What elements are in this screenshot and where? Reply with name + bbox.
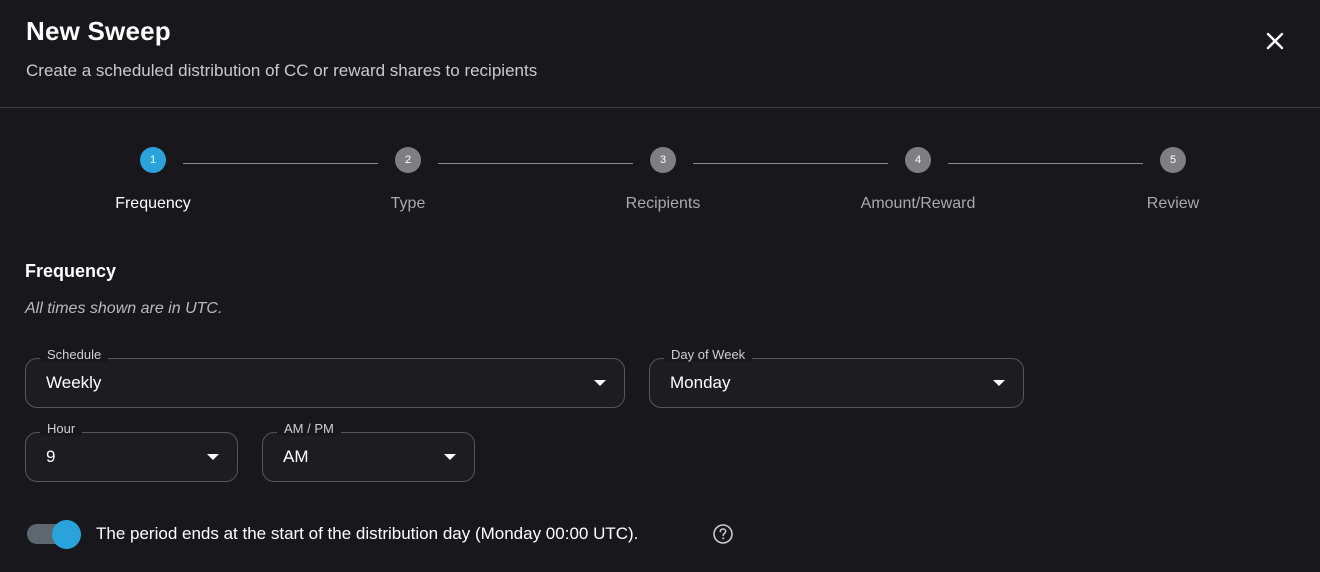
dialog-title: New Sweep — [26, 16, 171, 46]
step-type[interactable]: 2 Type — [308, 140, 508, 213]
step-number: 5 — [1160, 147, 1186, 173]
chevron-down-icon — [444, 454, 456, 460]
day-of-week-label: Day of Week — [664, 347, 753, 362]
schedule-value: Weekly — [46, 373, 102, 392]
dialog-header: New Sweep Create a scheduled distributio… — [0, 0, 1320, 108]
chevron-down-icon — [207, 454, 219, 460]
period-toggle[interactable] — [27, 520, 81, 549]
hour-value: 9 — [46, 447, 56, 466]
step-number: 2 — [395, 147, 421, 173]
chevron-down-icon — [993, 380, 1005, 386]
step-amount-reward[interactable]: 4 Amount/Reward — [818, 140, 1018, 213]
step-review[interactable]: 5 Review — [1073, 140, 1273, 213]
question-circle-icon[interactable] — [712, 523, 734, 545]
close-button[interactable] — [1259, 25, 1291, 57]
close-icon — [1266, 32, 1284, 50]
day-of-week-select[interactable]: Day of Week Monday — [649, 347, 1024, 408]
ampm-value: AM — [283, 447, 309, 466]
day-of-week-value: Monday — [670, 373, 731, 392]
ampm-select[interactable]: AM / PM AM — [262, 421, 475, 482]
hour-label: Hour — [40, 421, 83, 436]
step-number: 4 — [905, 147, 931, 173]
ampm-label: AM / PM — [277, 421, 341, 436]
schedule-label: Schedule — [40, 347, 109, 362]
step-number: 1 — [140, 147, 166, 173]
schedule-select[interactable]: Schedule Weekly — [25, 347, 625, 408]
utc-note: All times shown are in UTC. — [25, 300, 223, 317]
step-label: Frequency — [115, 195, 191, 212]
stepper: 1 Frequency 2 Type 3 Recipients 4 Amount… — [0, 140, 1320, 230]
step-label: Review — [1146, 195, 1200, 212]
step-frequency[interactable]: 1 Frequency — [53, 140, 253, 213]
hour-select[interactable]: Hour 9 — [25, 421, 238, 482]
step-label: Recipients — [625, 195, 701, 212]
period-toggle-label: The period ends at the start of the dist… — [96, 524, 639, 543]
step-number: 3 — [650, 147, 676, 173]
toggle-thumb — [52, 520, 81, 549]
dialog-subtitle: Create a scheduled distribution of CC or… — [26, 61, 538, 80]
step-label: Amount/Reward — [860, 195, 976, 212]
chevron-down-icon — [594, 380, 606, 386]
step-label: Type — [390, 195, 426, 212]
step-recipients[interactable]: 3 Recipients — [563, 140, 763, 213]
section-title: Frequency — [25, 261, 117, 281]
